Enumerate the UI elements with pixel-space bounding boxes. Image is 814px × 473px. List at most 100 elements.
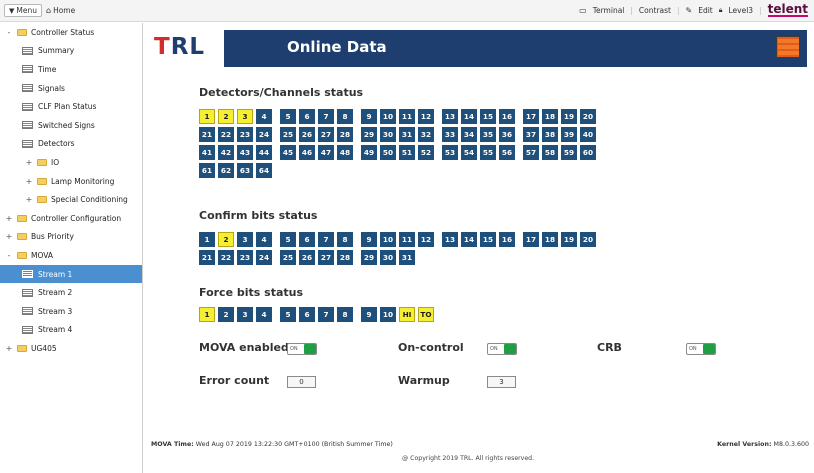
sidebar-item-bus-priority[interactable]: + Bus Priority — [0, 228, 142, 247]
confirm-cell-14: 14 — [461, 232, 477, 247]
sidebar-item-stream-1[interactable]: Stream 1 — [0, 264, 142, 284]
folder-icon — [37, 196, 47, 204]
detectors-cell-52: 52 — [418, 145, 434, 160]
force-cell-9: 9 — [361, 307, 377, 322]
expand-icon[interactable]: + — [5, 344, 13, 353]
detectors-cell-7: 7 — [318, 109, 334, 124]
sidebar-item-ug405[interactable]: + UG405 — [0, 339, 142, 358]
sidebar-item-clf-plan-status[interactable]: CLF Plan Status — [0, 97, 142, 116]
confirm-cell-27: 27 — [318, 250, 334, 265]
detectors-cell-33: 33 — [442, 127, 458, 142]
force-cell-6: 6 — [299, 307, 315, 322]
sidebar-item-io[interactable]: + IO — [0, 153, 142, 172]
menu-button[interactable]: ▼ Menu — [4, 4, 42, 17]
sidebar-item-special-conditioning[interactable]: + Special Conditioning — [0, 190, 142, 209]
sidebar-item-summary[interactable]: Summary — [0, 42, 142, 61]
sidebar-item-switched-signs[interactable]: Switched Signs — [0, 116, 142, 135]
confirm-cell-22: 22 — [218, 250, 234, 265]
expand-icon[interactable]: + — [25, 158, 33, 167]
edit-link[interactable]: Edit — [698, 6, 713, 15]
detectors-cell-2: 2 — [218, 109, 234, 124]
page-header: TRL Online Data — [147, 30, 807, 67]
confirm-cell-10: 10 — [380, 232, 396, 247]
crb-toggle[interactable]: ON — [686, 343, 716, 355]
expand-icon[interactable]: + — [25, 195, 33, 204]
detectors-cell-5: 5 — [280, 109, 296, 124]
sidebar-item-mova[interactable]: - MOVA — [0, 246, 142, 265]
sidebar-item-controller-status[interactable]: - Controller Status — [0, 23, 142, 42]
sidebar-item-stream-2[interactable]: Stream 2 — [0, 283, 142, 302]
sidebar-item-label: Stream 4 — [38, 325, 73, 335]
terminal-link[interactable]: Terminal — [593, 6, 625, 15]
page-icon — [22, 270, 33, 279]
expand-icon[interactable]: + — [5, 214, 13, 223]
page-title: Online Data — [287, 38, 387, 56]
confirm-cell-25: 25 — [280, 250, 296, 265]
detectors-cell-40: 40 — [580, 127, 596, 142]
confirm-cell-12: 12 — [418, 232, 434, 247]
sidebar-item-stream-3[interactable]: Stream 3 — [0, 302, 142, 321]
sidebar-item-lamp-monitoring[interactable]: + Lamp Monitoring — [0, 172, 142, 191]
on-control-toggle[interactable]: ON — [487, 343, 517, 355]
detectors-cell-42: 42 — [218, 145, 234, 160]
page-icon — [22, 102, 33, 111]
detectors-cell-45: 45 — [280, 145, 296, 160]
detectors-group: 49 50 51 52 — [361, 145, 434, 160]
folder-icon — [17, 251, 27, 259]
confirm-cell-8: 8 — [337, 232, 353, 247]
detectors-group: 45 46 47 48 — [280, 145, 353, 160]
detectors-cell-28: 28 — [337, 127, 353, 142]
expand-icon[interactable]: + — [5, 232, 13, 241]
expand-icon[interactable]: + — [25, 177, 33, 186]
detectors-group: 13 14 15 16 — [442, 109, 515, 124]
detectors-cell-22: 22 — [218, 127, 234, 142]
crb-label: CRB — [597, 341, 622, 354]
detectors-cell-47: 47 — [318, 145, 334, 160]
detectors-cell-60: 60 — [580, 145, 596, 160]
detectors-group: 33 34 35 36 — [442, 127, 515, 142]
page-icon — [22, 121, 33, 130]
hamburger-menu-icon[interactable] — [776, 36, 800, 58]
confirm-cell-4: 4 — [256, 232, 272, 247]
sidebar-item-time[interactable]: Time — [0, 60, 142, 79]
page-icon — [22, 307, 33, 316]
confirm-group: 13 14 15 16 — [442, 232, 515, 247]
detectors-cell-25: 25 — [280, 127, 296, 142]
folder-icon — [17, 344, 27, 352]
contrast-link[interactable]: Contrast — [639, 6, 671, 15]
confirm-cell-23: 23 — [237, 250, 253, 265]
sidebar-item-signals[interactable]: Signals — [0, 79, 142, 98]
force-cell-1: 1 — [199, 307, 215, 322]
warmup-label: Warmup — [398, 374, 450, 387]
level-label: Level3 — [728, 5, 754, 15]
page-icon — [22, 139, 33, 148]
force-group: 1234 — [199, 307, 272, 322]
warmup-value: 3 — [487, 376, 516, 388]
sidebar-item-detectors[interactable]: Detectors — [0, 135, 142, 154]
confirm-cell-9: 9 — [361, 232, 377, 247]
confirm-cell-17: 17 — [523, 232, 539, 247]
sidebar-item-controller-configuration[interactable]: + Controller Configuration — [0, 209, 142, 228]
sidebar-item-stream-4[interactable]: Stream 4 — [0, 321, 142, 340]
confirm-title: Confirm bits status — [199, 209, 318, 222]
detectors-cell-50: 50 — [380, 145, 396, 160]
detectors-cell-39: 39 — [561, 127, 577, 142]
detectors-group: 9 10 11 12 — [361, 109, 434, 124]
mova-enabled-toggle[interactable]: ON — [287, 343, 317, 355]
detectors-cell-56: 56 — [499, 145, 515, 160]
collapse-icon[interactable]: - — [5, 251, 13, 260]
detectors-row: 1 2 3 4 5 6 7 8 9 10 11 12 13 14 15 16 17 18 19 20 — [199, 109, 604, 124]
detectors-cell-1: 1 — [199, 109, 215, 124]
detectors-cell-3: 3 — [237, 109, 253, 124]
detectors-cell-32: 32 — [418, 127, 434, 142]
sidebar-item-label: Special Conditioning — [51, 195, 128, 205]
confirm-cell-15: 15 — [480, 232, 496, 247]
home-link[interactable]: ⌂ Home — [46, 6, 75, 15]
page-icon — [22, 325, 33, 334]
detectors-cell-31: 31 — [399, 127, 415, 142]
detectors-group: 17 18 19 20 — [523, 109, 596, 124]
collapse-icon[interactable]: - — [5, 28, 13, 37]
detectors-cell-11: 11 — [399, 109, 415, 124]
detectors-cell-24: 24 — [256, 127, 272, 142]
detectors-group: 25 26 27 28 — [280, 127, 353, 142]
